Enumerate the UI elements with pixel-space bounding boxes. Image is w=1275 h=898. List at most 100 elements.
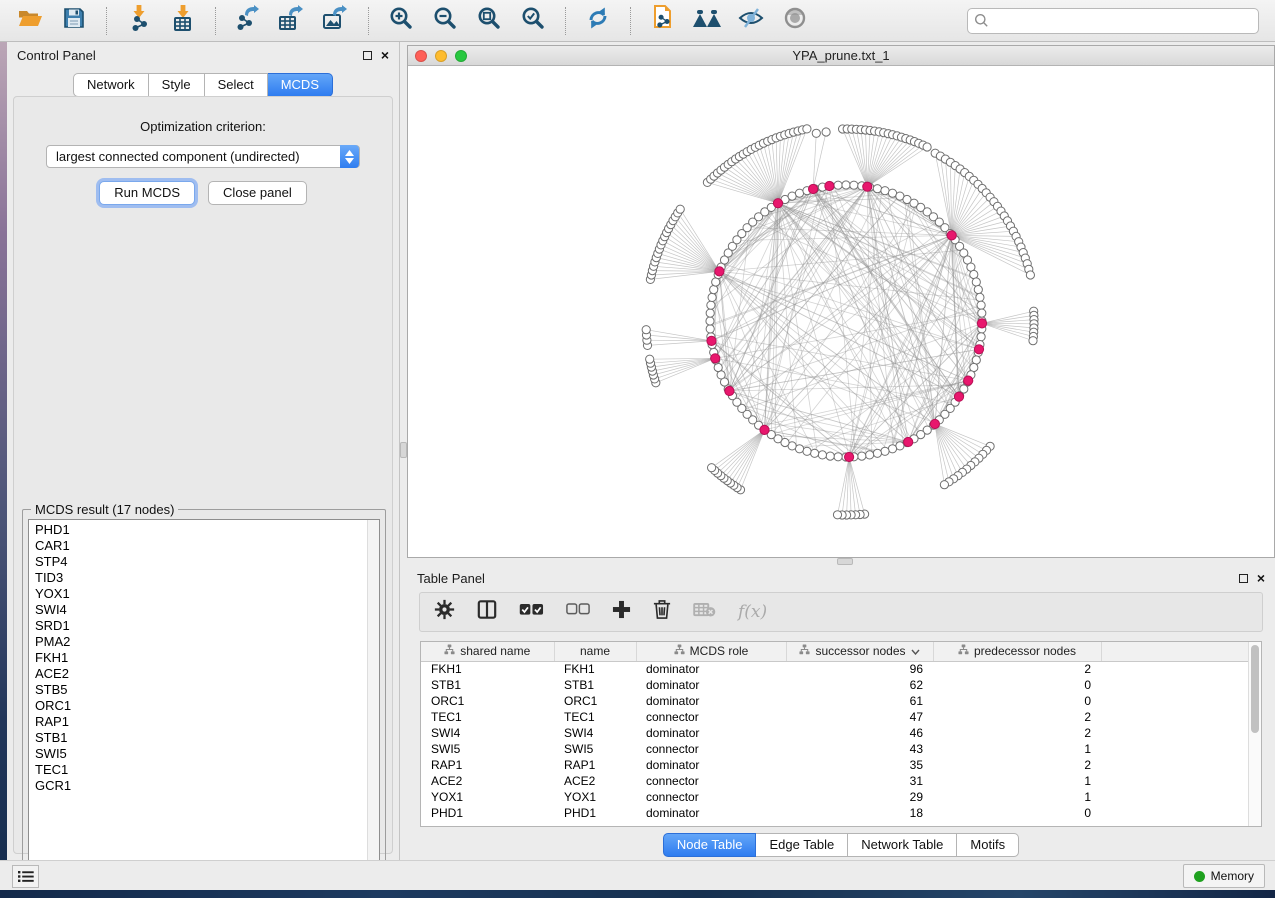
cell-mcds_role: dominator — [636, 661, 786, 677]
mcds-result-item[interactable]: SRD1 — [29, 618, 366, 634]
delete-column-icon — [653, 599, 671, 625]
import-network-button[interactable] — [119, 4, 159, 38]
network-window-titlebar[interactable]: YPA_prune.txt_1 — [408, 46, 1274, 66]
criterion-dropdown[interactable]: largest connected component (undirected) — [46, 145, 360, 168]
table-row[interactable]: ACE2ACE2connector311 — [421, 773, 1250, 789]
zoom-out-button[interactable] — [425, 4, 465, 38]
table-row[interactable]: RAP1RAP1dominator352 — [421, 757, 1250, 773]
zoom-in-button[interactable] — [381, 4, 421, 38]
mcds-result-item[interactable]: YOX1 — [29, 586, 366, 602]
memory-button[interactable]: Memory — [1183, 864, 1265, 888]
network-from-file-button[interactable] — [643, 4, 683, 38]
table-toolbar: f(x) — [419, 592, 1263, 632]
export-image-button[interactable] — [316, 4, 356, 38]
mcds-result-item[interactable]: STP4 — [29, 554, 366, 570]
mcds-result-item[interactable]: ORC1 — [29, 698, 366, 714]
mcds-result-item[interactable]: STB5 — [29, 682, 366, 698]
float-panel-icon[interactable] — [363, 51, 372, 60]
table-row[interactable]: SWI4SWI4dominator462 — [421, 725, 1250, 741]
mcds-result-item[interactable]: SWI4 — [29, 602, 366, 618]
table-row[interactable]: YOX1YOX1connector291 — [421, 789, 1250, 805]
search-icon — [974, 13, 989, 33]
mcds-result-item[interactable]: STB1 — [29, 730, 366, 746]
first-neighbors-button[interactable] — [687, 4, 727, 38]
table-row[interactable]: FKH1FKH1dominator962 — [421, 661, 1250, 677]
column-header-shared-name[interactable]: shared name — [421, 642, 554, 661]
mcds-result-item[interactable]: ACE2 — [29, 666, 366, 682]
zoom-fit-button[interactable] — [469, 4, 509, 38]
mcds-list-scrollbar[interactable] — [367, 520, 379, 874]
close-panel-icon[interactable]: × — [381, 50, 389, 60]
memory-label: Memory — [1211, 869, 1254, 883]
delete-column-button[interactable] — [653, 599, 671, 625]
import-network-icon — [127, 5, 151, 36]
function-builder-button: f(x) — [738, 602, 767, 622]
refresh-button[interactable] — [578, 4, 618, 38]
column-header-successor-nodes[interactable]: successor nodes — [786, 642, 933, 661]
zoom-selected-button[interactable] — [513, 4, 553, 38]
export-table-button[interactable] — [272, 4, 312, 38]
table-row[interactable]: PHD1PHD1dominator180 — [421, 805, 1250, 821]
open-file-button[interactable] — [10, 4, 50, 38]
close-panel-button[interactable]: Close panel — [208, 181, 307, 205]
tab-style[interactable]: Style — [149, 73, 205, 97]
mcds-result-item[interactable]: SWI5 — [29, 746, 366, 762]
table-row[interactable]: SWI5SWI5connector431 — [421, 741, 1250, 757]
vertical-splitter-handle[interactable] — [400, 442, 407, 458]
import-table-icon — [171, 5, 195, 36]
zoom-fit-icon — [477, 6, 501, 35]
cell-predecessor_nodes: 2 — [933, 725, 1101, 741]
mcds-result-item[interactable]: TID3 — [29, 570, 366, 586]
close-table-panel-icon[interactable]: × — [1257, 573, 1265, 583]
column-header-predecessor-nodes[interactable]: predecessor nodes — [933, 642, 1101, 661]
tab-edge-table[interactable]: Edge Table — [756, 833, 848, 857]
task-history-button[interactable] — [12, 865, 39, 888]
select-all-button[interactable] — [519, 603, 544, 622]
tab-mcds[interactable]: MCDS — [268, 73, 333, 97]
birds-eye-view-button[interactable] — [775, 4, 815, 38]
mcds-result-item[interactable]: TEC1 — [29, 762, 366, 778]
mcds-result-item[interactable]: CAR1 — [29, 538, 366, 554]
table-scrollbar-thumb[interactable] — [1251, 645, 1259, 733]
split-panel-button[interactable] — [477, 599, 497, 625]
mcds-result-item[interactable]: PHD1 — [29, 522, 366, 538]
tab-network-table[interactable]: Network Table — [848, 833, 957, 857]
birds-eye-view-icon — [783, 6, 807, 35]
mcds-result-item[interactable]: FKH1 — [29, 650, 366, 666]
cell-shared_name: TEC1 — [421, 709, 554, 725]
run-mcds-button[interactable]: Run MCDS — [99, 181, 195, 205]
float-table-panel-icon[interactable] — [1239, 574, 1248, 583]
vertical-splitter[interactable] — [400, 42, 407, 860]
add-column-button[interactable] — [612, 600, 631, 624]
column-header-name[interactable]: name — [554, 642, 636, 661]
column-header-MCDS-role[interactable]: MCDS role — [636, 642, 786, 661]
tab-motifs[interactable]: Motifs — [957, 833, 1019, 857]
table-row[interactable]: STB1STB1dominator620 — [421, 677, 1250, 693]
cell-name: SWI4 — [554, 725, 636, 741]
search-input[interactable] — [967, 8, 1259, 34]
export-network-button[interactable] — [228, 4, 268, 38]
save-session-button[interactable] — [54, 4, 94, 38]
tab-select[interactable]: Select — [205, 73, 268, 97]
cell-mcds_role: connector — [636, 773, 786, 789]
deselect-all-button[interactable] — [566, 603, 590, 621]
table-row[interactable]: TEC1TEC1connector472 — [421, 709, 1250, 725]
mcds-result-item[interactable]: GCR1 — [29, 778, 366, 794]
tab-node-table[interactable]: Node Table — [663, 833, 757, 857]
import-table-button[interactable] — [163, 4, 203, 38]
horizontal-splitter-handle[interactable] — [837, 558, 853, 565]
cell-successor_nodes: 18 — [786, 805, 933, 821]
table-row[interactable]: ORC1ORC1dominator610 — [421, 693, 1250, 709]
network-canvas[interactable] — [408, 66, 1274, 557]
table-scrollbar[interactable] — [1248, 642, 1261, 826]
mcds-result-item[interactable]: RAP1 — [29, 714, 366, 730]
mcds-result-item[interactable]: PMA2 — [29, 634, 366, 650]
toolbar-separator — [630, 7, 631, 35]
hide-graphics-details-button[interactable] — [731, 4, 771, 38]
mcds-result-list[interactable]: PHD1CAR1STP4TID3YOX1SWI4SRD1PMA2FKH1ACE2… — [28, 519, 380, 875]
horizontal-splitter[interactable] — [407, 558, 1275, 565]
table-settings-button[interactable] — [434, 599, 455, 625]
tab-network[interactable]: Network — [73, 73, 149, 97]
cell-mcds_role: dominator — [636, 805, 786, 821]
cell-name: ACE2 — [554, 773, 636, 789]
